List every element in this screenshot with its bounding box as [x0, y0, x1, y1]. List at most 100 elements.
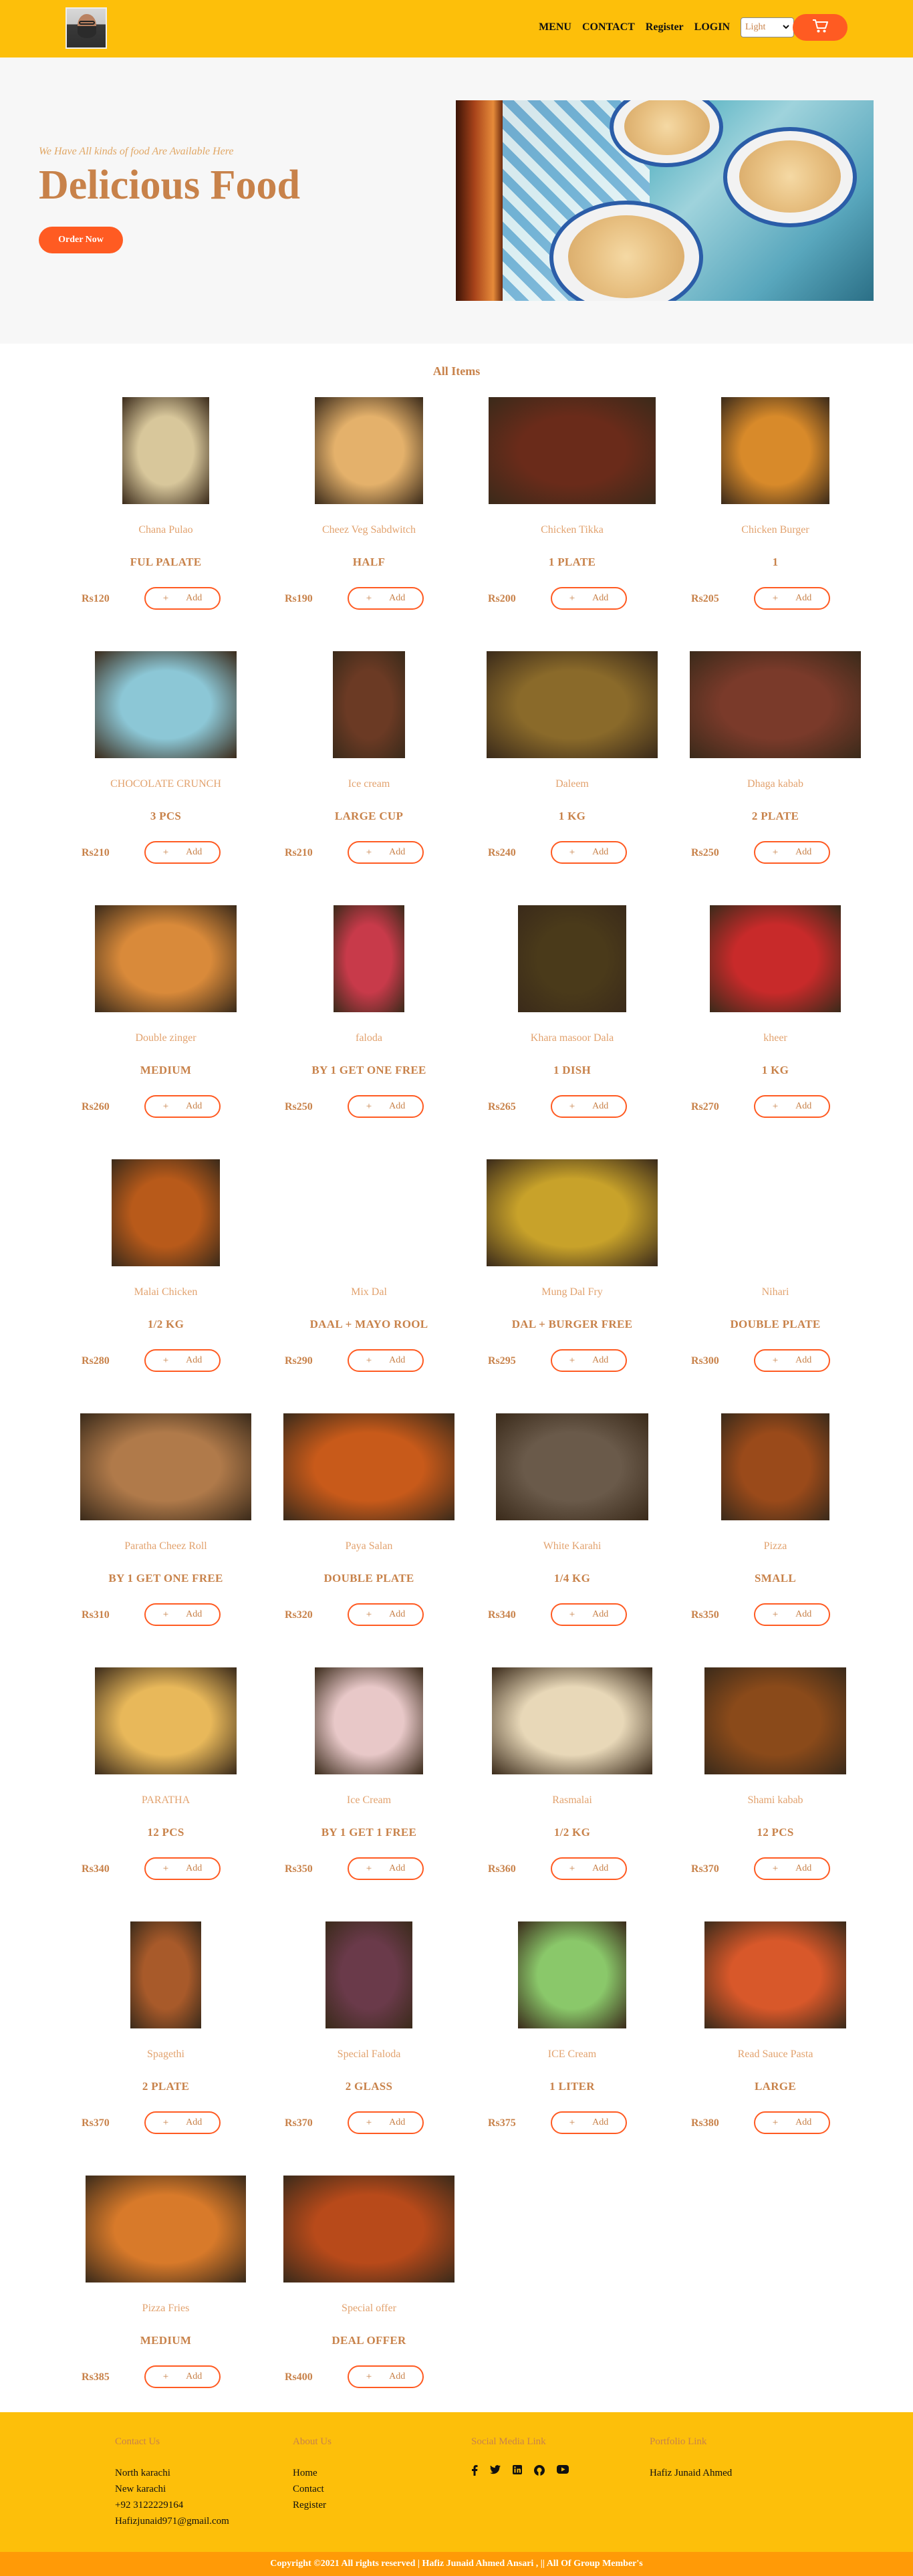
order-now-button[interactable]: Order Now — [39, 227, 123, 253]
item-name: Cheez Veg Sabdwitch — [321, 524, 416, 536]
avatar-glasses — [79, 21, 95, 25]
add-to-cart-button[interactable]: + Add — [144, 841, 221, 864]
twitter-icon[interactable] — [490, 2465, 501, 2479]
add-to-cart-button[interactable]: + Add — [144, 2111, 221, 2134]
add-to-cart-button[interactable]: + Add — [348, 1603, 424, 1626]
item-price: Rs250 — [691, 847, 719, 858]
item-card: kheer 1 KG Rs270 + Add — [674, 905, 877, 1159]
pizza-edge — [456, 100, 503, 301]
add-to-cart-button[interactable]: + Add — [551, 841, 627, 864]
plus-icon: + — [162, 1100, 169, 1112]
footer-contact-title: Contact Us — [115, 2436, 160, 2447]
add-label: Add — [592, 1355, 609, 1365]
add-to-cart-button[interactable]: + Add — [348, 2365, 424, 2388]
facebook-icon[interactable] — [471, 2465, 478, 2479]
add-to-cart-button[interactable]: + Add — [144, 1095, 221, 1118]
theme-select[interactable]: Light — [741, 17, 794, 37]
plus-icon: + — [569, 1609, 575, 1620]
item-name: CHOCOLATE CRUNCH — [110, 778, 221, 790]
theme-select-value: Light — [745, 22, 766, 32]
add-to-cart-button[interactable]: + Add — [348, 1857, 424, 1880]
item-card: Dhaga kabab 2 PLATE Rs250 + Add — [674, 651, 877, 905]
item-price: Rs250 — [285, 1101, 313, 1113]
item-card: Read Sauce Pasta LARGE Rs380 + Add — [674, 1921, 877, 2176]
add-to-cart-button[interactable]: + Add — [144, 587, 221, 610]
add-to-cart-button[interactable]: + Add — [551, 2111, 627, 2134]
item-description: BY 1 GET 1 FREE — [321, 1826, 417, 1839]
add-to-cart-button[interactable]: + Add — [348, 1349, 424, 1372]
item-card: ICE Cream 1 LITER Rs375 + Add — [471, 1921, 674, 2176]
add-to-cart-button[interactable]: + Add — [754, 841, 830, 864]
item-card: Khara masoor Dala 1 DISH Rs265 + Add — [471, 905, 674, 1159]
item-price: Rs260 — [82, 1101, 110, 1113]
item-image — [471, 651, 674, 762]
plus-icon: + — [162, 1863, 169, 1874]
nav-menu[interactable]: MENU — [539, 21, 571, 33]
nav-register[interactable]: Register — [646, 21, 684, 33]
item-name: faloda — [356, 1032, 382, 1044]
item-price: Rs300 — [691, 1355, 719, 1367]
food-photo — [487, 651, 658, 758]
footer-link-register[interactable]: Register — [293, 2497, 332, 2513]
add-to-cart-button[interactable]: + Add — [754, 1603, 830, 1626]
add-label: Add — [186, 593, 203, 603]
add-to-cart-button[interactable]: + Add — [754, 1095, 830, 1118]
add-label: Add — [592, 1863, 609, 1873]
add-label: Add — [186, 2371, 203, 2381]
add-to-cart-button[interactable]: + Add — [754, 1857, 830, 1880]
item-image — [267, 397, 471, 507]
add-to-cart-button[interactable]: + Add — [551, 1603, 627, 1626]
add-to-cart-button[interactable]: + Add — [754, 2111, 830, 2134]
plus-icon: + — [162, 592, 169, 604]
plus-icon: + — [162, 1609, 169, 1620]
item-card: Malai Chicken 1/2 KG Rs280 + Add — [64, 1159, 267, 1413]
add-to-cart-button[interactable]: + Add — [144, 1857, 221, 1880]
item-name: Read Sauce Pasta — [737, 2048, 813, 2060]
add-to-cart-button[interactable]: + Add — [144, 2365, 221, 2388]
add-to-cart-button[interactable]: + Add — [144, 1349, 221, 1372]
add-to-cart-button[interactable]: + Add — [754, 1349, 830, 1372]
hero-food-image — [456, 100, 874, 301]
add-to-cart-button[interactable]: + Add — [348, 1095, 424, 1118]
add-to-cart-button[interactable]: + Add — [348, 841, 424, 864]
nav-login[interactable]: LOGIN — [694, 21, 730, 33]
add-to-cart-button[interactable]: + Add — [551, 1857, 627, 1880]
item-image — [267, 1413, 471, 1524]
plus-icon: + — [366, 846, 372, 858]
add-to-cart-button[interactable]: + Add — [144, 1603, 221, 1626]
food-photo — [690, 651, 861, 758]
add-label: Add — [795, 847, 812, 857]
logo-avatar[interactable] — [66, 7, 107, 49]
item-price: Rs370 — [285, 2117, 313, 2129]
cart-button[interactable] — [793, 14, 847, 41]
item-description: 2 PLATE — [142, 2080, 190, 2093]
youtube-icon[interactable] — [557, 2465, 569, 2479]
nav-contact[interactable]: CONTACT — [582, 21, 635, 33]
food-photo — [130, 1921, 201, 2028]
item-card: Ice Cream BY 1 GET 1 FREE Rs350 + Add — [267, 1667, 471, 1921]
plus-icon: + — [366, 2371, 372, 2382]
item-description: 2 PLATE — [751, 810, 799, 822]
item-description: SMALL — [755, 1572, 796, 1585]
footer-social: Social Media Link — [471, 2436, 569, 2479]
add-to-cart-button[interactable]: + Add — [551, 1095, 627, 1118]
portfolio-link[interactable]: Hafiz Junaid Ahmed — [650, 2465, 732, 2481]
footer-link-home[interactable]: Home — [293, 2465, 332, 2481]
item-card: Cheez Veg Sabdwitch HALF Rs190 + Add — [267, 397, 471, 651]
item-description: HALF — [352, 556, 386, 568]
add-to-cart-button[interactable]: + Add — [348, 2111, 424, 2134]
linkedin-icon[interactable] — [513, 2465, 522, 2479]
add-to-cart-button[interactable]: + Add — [551, 587, 627, 610]
item-price: Rs320 — [285, 1609, 313, 1621]
footer-link-contact[interactable]: Contact — [293, 2481, 332, 2497]
item-name: Chicken Burger — [741, 524, 809, 536]
add-to-cart-button[interactable]: + Add — [754, 587, 830, 610]
item-name: Special Faloda — [337, 2048, 401, 2060]
add-to-cart-button[interactable]: + Add — [551, 1349, 627, 1372]
item-image — [471, 1159, 674, 1270]
footer-contact-line: Hafizjunaid971@gmail.com — [115, 2516, 229, 2527]
github-icon[interactable] — [534, 2465, 545, 2479]
add-label: Add — [389, 593, 406, 603]
plus-icon: + — [569, 1863, 575, 1874]
add-to-cart-button[interactable]: + Add — [348, 587, 424, 610]
